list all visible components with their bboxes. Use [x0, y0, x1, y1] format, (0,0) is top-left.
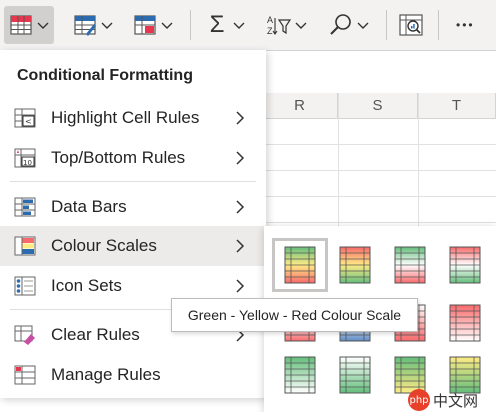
top-bottom-icon: 10 [14, 147, 36, 169]
watermark: php 中文网 [408, 388, 496, 412]
colour-scale-swatch[interactable] [443, 302, 487, 344]
sort-filter-icon: A Z [266, 12, 292, 38]
column-label: S [372, 97, 383, 114]
chevron-right-icon [232, 109, 248, 127]
ribbon-toolbar: Σ A Z ••• [0, 0, 496, 50]
toolbar-divider [438, 10, 439, 40]
watermark-text: 中文网 [433, 391, 479, 410]
cell-styles-button[interactable] [132, 6, 174, 44]
autosum-button[interactable]: Σ [204, 6, 246, 44]
chevron-down-icon [36, 18, 50, 32]
svg-text:<: < [25, 117, 32, 126]
svg-text:Z: Z [267, 26, 273, 36]
column-label: T [451, 97, 462, 114]
menu-item-colour-scales[interactable]: Colour Scales [0, 226, 266, 266]
icon-sets-icon [14, 275, 36, 297]
menu-item-manage-rules[interactable]: Manage Rules [0, 355, 266, 395]
data-bars-icon [14, 196, 36, 218]
conditional-formatting-menu: Conditional Formatting < Highlight Cell … [0, 50, 266, 398]
menu-item-label: Highlight Cell Rules [51, 108, 200, 127]
colour-scale-swatch[interactable] [278, 354, 322, 396]
menu-item-label: Top/Bottom Rules [51, 148, 186, 167]
chevron-down-icon [356, 18, 370, 32]
analyze-data-icon [398, 12, 424, 38]
format-table-icon [72, 12, 98, 38]
colour-scale-swatch[interactable] [333, 244, 377, 286]
clear-rules-icon [14, 324, 36, 346]
format-as-table-button[interactable] [72, 6, 114, 44]
chevron-right-icon [232, 237, 248, 255]
find-button[interactable] [328, 6, 370, 44]
menu-item-label: Data Bars [51, 197, 127, 216]
column-header-r[interactable]: R [262, 93, 338, 119]
analyze-data-button[interactable] [398, 6, 424, 44]
menu-item-label: Colour Scales [51, 236, 157, 255]
chevron-right-icon [232, 149, 248, 167]
menu-title: Conditional Formatting [17, 67, 193, 84]
toolbar-divider [386, 10, 387, 40]
colour-scale-swatch[interactable] [272, 238, 328, 292]
chevron-down-icon [294, 18, 308, 32]
chevron-down-icon [100, 18, 114, 32]
colour-scale-swatch[interactable] [443, 244, 487, 286]
sigma-icon: Σ [209, 11, 225, 38]
highlight-cells-icon: < [14, 107, 36, 129]
menu-item-label: Icon Sets [51, 276, 122, 295]
conditional-format-icon [8, 12, 34, 38]
more-icon: ••• [456, 18, 475, 32]
chevron-down-icon [160, 18, 174, 32]
column-header-t[interactable]: T [418, 93, 496, 119]
menu-item-label: Manage Rules [51, 365, 161, 384]
search-icon [328, 12, 354, 38]
column-header-s[interactable]: S [338, 93, 418, 119]
menu-item-top-bottom-rules[interactable]: 10 Top/Bottom Rules [0, 138, 266, 178]
colour-scales-icon [14, 235, 36, 257]
cell-styles-icon [132, 12, 158, 38]
manage-rules-icon [14, 364, 36, 386]
menu-item-label: Clear Rules [51, 325, 140, 344]
menu-item-highlight-cell-rules[interactable]: < Highlight Cell Rules [0, 98, 266, 138]
menu-divider [10, 181, 256, 182]
more-button[interactable]: ••• [456, 6, 475, 44]
conditional-formatting-button[interactable] [4, 6, 54, 44]
colour-scale-swatch[interactable] [333, 354, 377, 396]
php-logo: php [408, 389, 430, 411]
svg-text:A: A [267, 15, 273, 25]
toolbar-divider [190, 10, 191, 40]
chevron-right-icon [232, 198, 248, 216]
sort-filter-button[interactable]: A Z [266, 6, 308, 44]
top-bottom-icon-number: 10 [23, 159, 32, 167]
chevron-down-icon [232, 18, 246, 32]
chevron-right-icon [232, 277, 248, 295]
menu-item-data-bars[interactable]: Data Bars [0, 187, 266, 227]
column-label: R [294, 97, 305, 114]
colour-scale-swatch[interactable] [388, 244, 432, 286]
tooltip: Green - Yellow - Red Colour Scale [171, 298, 418, 332]
